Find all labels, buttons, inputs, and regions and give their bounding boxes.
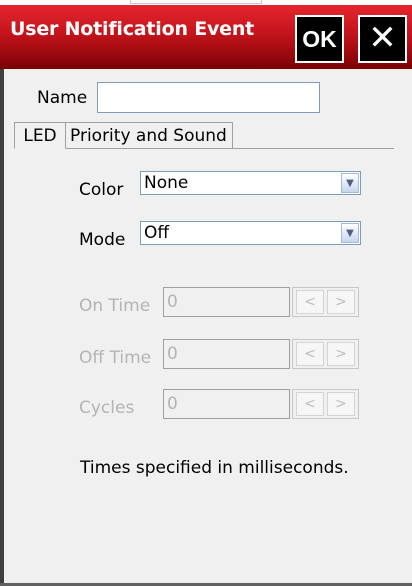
name-label: Name — [37, 88, 88, 108]
color-label: Color — [79, 180, 124, 200]
title-bar: User Notification Event OK ✕ — [0, 5, 412, 69]
notification-dialog: User Notification Event OK ✕ Name LED Pr… — [0, 0, 412, 586]
off-time-increment-button[interactable]: > — [327, 342, 355, 366]
top-strip-segment — [130, 0, 262, 4]
close-icon[interactable]: ✕ — [358, 15, 407, 63]
off-time-input[interactable]: 0 — [163, 339, 290, 369]
cycles-spinner: < > — [292, 389, 359, 419]
window-title: User Notification Event — [10, 18, 255, 40]
chevron-down-icon[interactable]: ▼ — [341, 173, 359, 193]
color-select[interactable]: None ▼ — [140, 171, 361, 195]
mode-select[interactable]: Off ▼ — [140, 221, 361, 245]
tab-led[interactable]: LED — [14, 122, 66, 149]
milliseconds-note: Times specified in milliseconds. — [80, 458, 349, 478]
off-time-decrement-button[interactable]: < — [296, 342, 324, 366]
cycles-decrement-button[interactable]: < — [296, 392, 324, 416]
on-time-label: On Time — [79, 296, 151, 316]
window-left-edge — [0, 69, 4, 586]
mode-label: Mode — [79, 230, 126, 250]
on-time-increment-button[interactable]: > — [327, 290, 355, 314]
tab-priority-and-sound[interactable]: Priority and Sound — [66, 122, 233, 149]
color-select-value: None — [144, 173, 189, 193]
off-time-spinner: < > — [292, 339, 359, 369]
on-time-input[interactable]: 0 — [163, 287, 290, 317]
cycles-increment-button[interactable]: > — [327, 392, 355, 416]
cycles-label: Cycles — [79, 398, 135, 418]
off-time-label: Off Time — [79, 348, 152, 368]
mode-select-value: Off — [144, 223, 170, 243]
on-time-spinner: < > — [292, 287, 359, 317]
chevron-down-icon[interactable]: ▼ — [341, 223, 359, 243]
name-input[interactable] — [97, 82, 320, 113]
on-time-decrement-button[interactable]: < — [296, 290, 324, 314]
cycles-input[interactable]: 0 — [163, 389, 290, 419]
ok-button[interactable]: OK — [295, 15, 344, 63]
